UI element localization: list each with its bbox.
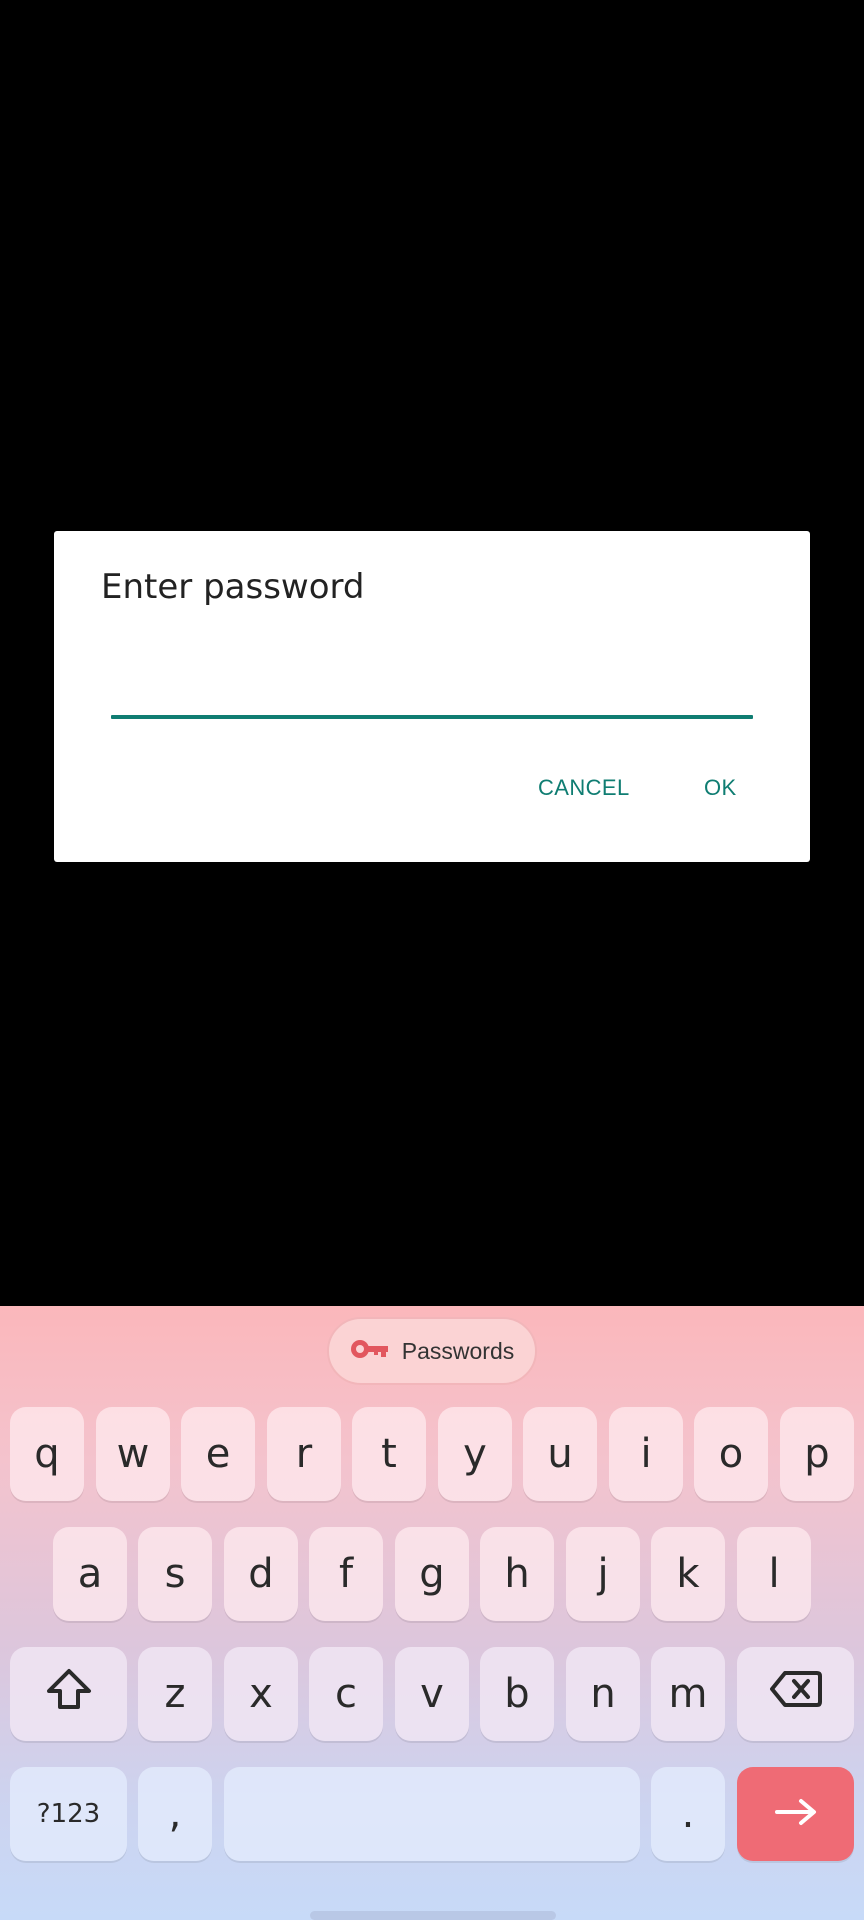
key-e[interactable]: e (181, 1407, 255, 1501)
key-c[interactable]: c (309, 1647, 383, 1741)
enter-key[interactable] (737, 1767, 854, 1861)
key-d[interactable]: d (224, 1527, 298, 1621)
period-key[interactable]: . (651, 1767, 725, 1861)
key-s[interactable]: s (138, 1527, 212, 1621)
key-o[interactable]: o (694, 1407, 768, 1501)
password-input-underline (111, 715, 753, 719)
dialog-title: Enter password (101, 567, 365, 607)
key-z[interactable]: z (138, 1647, 212, 1741)
shift-key[interactable] (10, 1647, 127, 1741)
key-g[interactable]: g (395, 1527, 469, 1621)
symbols-key[interactable]: ?123 (10, 1767, 127, 1861)
key-a[interactable]: a (53, 1527, 127, 1621)
passwords-suggestion-chip[interactable]: Passwords (327, 1317, 537, 1385)
shift-icon (45, 1667, 93, 1721)
key-icon (350, 1338, 390, 1365)
cancel-button[interactable]: CANCEL (538, 775, 630, 801)
soft-keyboard: Passwords q w e r t y u i o p a s d f g … (0, 1306, 864, 1920)
backspace-icon (769, 1669, 823, 1719)
key-t[interactable]: t (352, 1407, 426, 1501)
key-j[interactable]: j (566, 1527, 640, 1621)
backspace-key[interactable] (737, 1647, 854, 1741)
key-m[interactable]: m (651, 1647, 725, 1741)
key-b[interactable]: b (480, 1647, 554, 1741)
arrow-right-icon (774, 1791, 818, 1837)
passwords-suggestion-label: Passwords (401, 1337, 515, 1364)
password-dialog: Enter password CANCEL OK (54, 531, 810, 862)
key-u[interactable]: u (523, 1407, 597, 1501)
screen: Enter password CANCEL OK Passwords q w e… (0, 0, 864, 1920)
key-x[interactable]: x (224, 1647, 298, 1741)
key-i[interactable]: i (609, 1407, 683, 1501)
key-v[interactable]: v (395, 1647, 469, 1741)
ok-button[interactable]: OK (704, 775, 737, 801)
password-input[interactable] (111, 641, 753, 703)
comma-key[interactable]: , (138, 1767, 212, 1861)
key-y[interactable]: y (438, 1407, 512, 1501)
key-k[interactable]: k (651, 1527, 725, 1621)
space-key[interactable] (224, 1767, 640, 1861)
key-h[interactable]: h (480, 1527, 554, 1621)
key-r[interactable]: r (267, 1407, 341, 1501)
key-w[interactable]: w (96, 1407, 170, 1501)
key-f[interactable]: f (309, 1527, 383, 1621)
navigation-handle[interactable] (310, 1911, 556, 1920)
key-p[interactable]: p (780, 1407, 854, 1501)
key-n[interactable]: n (566, 1647, 640, 1741)
key-q[interactable]: q (10, 1407, 84, 1501)
key-l[interactable]: l (737, 1527, 811, 1621)
